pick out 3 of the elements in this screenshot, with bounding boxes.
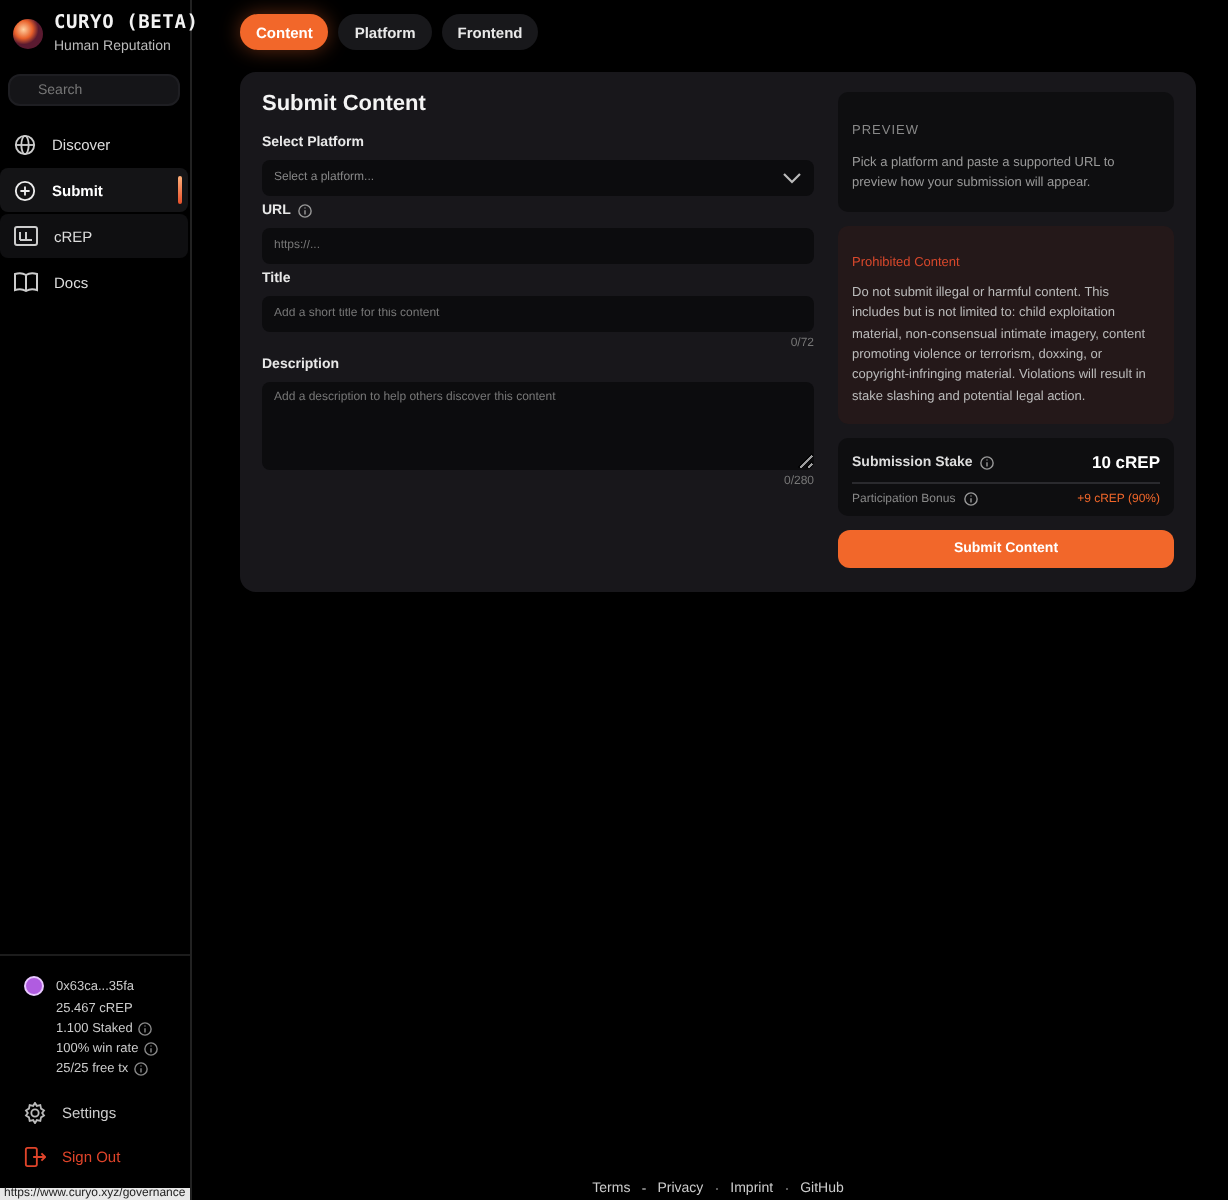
- stake-value: 10 cREP: [1091, 452, 1160, 473]
- form-title: Submit Content: [262, 92, 428, 116]
- brand-name: CURYO (BETA): [54, 12, 199, 34]
